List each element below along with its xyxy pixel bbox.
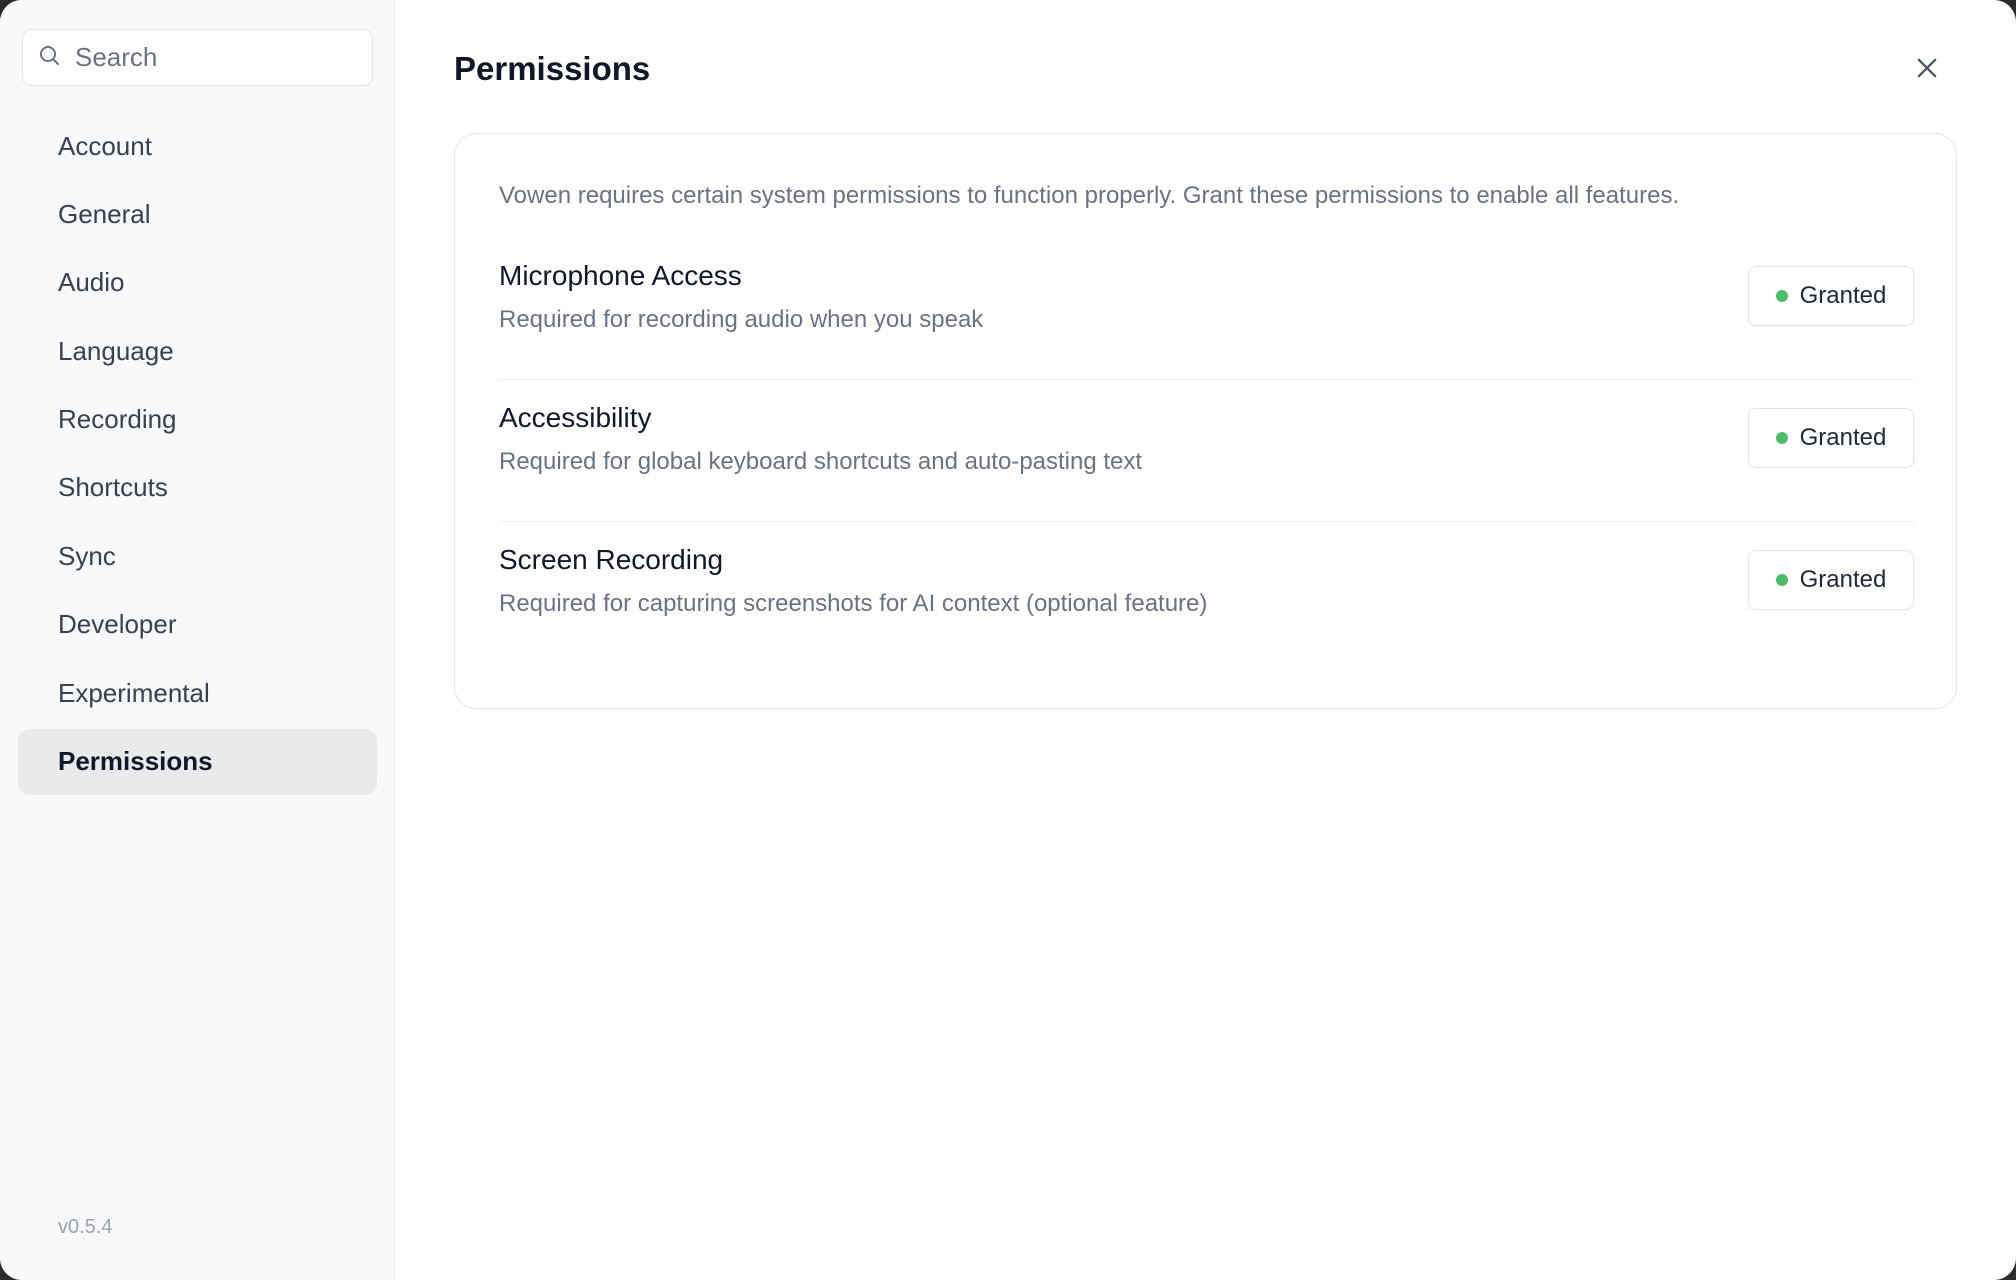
sidebar: Account General Audio Language Recording… xyxy=(0,0,395,1280)
search-input[interactable] xyxy=(75,42,355,73)
sidebar-item-language[interactable]: Language xyxy=(18,318,377,384)
sidebar-item-account[interactable]: Account xyxy=(18,113,377,179)
permissions-intro: Vowen requires certain system permission… xyxy=(499,182,1680,209)
sidebar-item-developer[interactable]: Developer xyxy=(18,592,377,658)
permission-description: Required for global keyboard shortcuts a… xyxy=(499,448,1143,475)
permissions-card: Vowen requires certain system permission… xyxy=(454,133,1957,709)
status-badge[interactable]: Granted xyxy=(1748,408,1914,468)
sidebar-item-recording[interactable]: Recording xyxy=(18,387,377,453)
permission-row-accessibility: Accessibility Required for global keyboa… xyxy=(499,380,1914,522)
permission-description: Required for capturing screenshots for A… xyxy=(499,590,1208,617)
permission-row-screen-recording: Screen Recording Required for capturing … xyxy=(499,522,1914,664)
status-label: Granted xyxy=(1799,566,1887,593)
status-label: Granted xyxy=(1799,424,1887,451)
permission-title: Accessibility xyxy=(499,402,652,433)
sidebar-item-sync[interactable]: Sync xyxy=(18,523,377,589)
page-title: Permissions xyxy=(454,50,651,87)
permission-title: Microphone Access xyxy=(499,260,742,291)
status-dot-icon xyxy=(1775,574,1788,586)
status-dot-icon xyxy=(1775,432,1788,444)
status-badge[interactable]: Granted xyxy=(1748,266,1914,326)
status-dot-icon xyxy=(1775,290,1788,302)
close-button[interactable] xyxy=(1909,52,1945,88)
status-badge[interactable]: Granted xyxy=(1748,550,1914,610)
sidebar-item-experimental[interactable]: Experimental xyxy=(18,660,377,726)
search-box[interactable] xyxy=(22,29,373,86)
sidebar-item-audio[interactable]: Audio xyxy=(18,250,377,316)
sidebar-nav: Account General Audio Language Recording… xyxy=(18,113,377,797)
close-icon xyxy=(1913,54,1941,87)
permission-description: Required for recording audio when you sp… xyxy=(499,306,984,333)
sidebar-item-general[interactable]: General xyxy=(18,181,377,247)
main-content: Permissions Vowen requires certain syste… xyxy=(395,0,2016,1280)
version-label: v0.5.4 xyxy=(58,1216,113,1238)
permission-title: Screen Recording xyxy=(499,544,724,575)
sidebar-item-shortcuts[interactable]: Shortcuts xyxy=(18,455,377,521)
permission-row-microphone: Microphone Access Required for recording… xyxy=(499,238,1914,380)
settings-window: Account General Audio Language Recording… xyxy=(0,0,2016,1280)
search-icon xyxy=(37,43,61,72)
status-label: Granted xyxy=(1799,282,1887,309)
sidebar-item-permissions[interactable]: Permissions xyxy=(18,728,377,795)
